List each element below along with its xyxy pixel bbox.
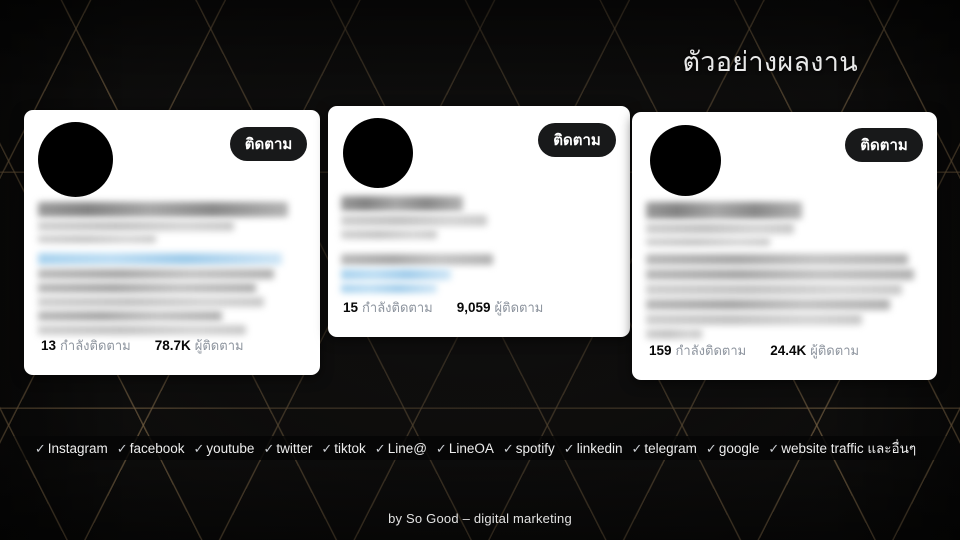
following-count: 13 (41, 338, 57, 353)
redacted-profile-name (38, 202, 300, 247)
platform-label: linkedin (576, 440, 623, 456)
followers-label: ผู้ติดตาม (194, 338, 244, 353)
slide-root: ตัวอย่างผลงาน ติดตาม 13 กำลังติดตาม 78.7… (0, 0, 960, 540)
follow-button[interactable]: ติดตาม (845, 128, 923, 162)
redacted-profile-bio (38, 253, 300, 339)
following-stat: 159 กำลังติดตาม (649, 340, 746, 361)
followers-label: ผู้ติดตาม (494, 300, 544, 315)
platform-list: ✓ Instagram ✓ facebook ✓ youtube ✓ twitter ✓ tikt… (0, 436, 960, 460)
follow-button[interactable]: ติดตาม (538, 123, 616, 157)
platform-item: ✓ tiktok (321, 441, 365, 456)
followers-label: ผู้ติดตาม (810, 343, 860, 358)
avatar (343, 118, 413, 188)
platform-label: google (718, 440, 760, 456)
following-label: กำลังติดตาม (675, 343, 747, 358)
profile-card: ติดตาม 13 กำลังติดตาม 78.7K ผู้ติดตาม (24, 110, 320, 375)
check-icon: ✓ (502, 440, 514, 456)
following-label: กำลังติดตาม (60, 338, 131, 353)
followers-count: 9,059 (456, 300, 491, 315)
check-icon: ✓ (116, 440, 128, 456)
platform-label: tiktok (334, 440, 366, 456)
platform-label: website traffic และอื่นๆ (781, 441, 917, 456)
followers-count: 24.4K (770, 343, 807, 358)
followers-count: 78.7K (154, 338, 191, 353)
profile-card: ติดตาม 15 กำลังติดตาม 9,059 ผู้ติดตาม (328, 106, 630, 337)
follow-button[interactable]: ติดตาม (230, 127, 307, 161)
followers-stat: 24.4K ผู้ติดตาม (770, 340, 859, 361)
following-stat: 15 กำลังติดตาม (343, 297, 433, 318)
platform-label: spotify (515, 440, 555, 456)
redacted-profile-name (646, 202, 846, 250)
platform-label: facebook (129, 440, 185, 456)
profile-stats: 15 กำลังติดตาม 9,059 ผู้ติดตาม (343, 297, 543, 318)
check-icon: ✓ (263, 440, 275, 456)
platform-label: Line@ (387, 440, 427, 456)
profile-card: ติดตาม 159 กำลังติดตาม 24.4K ผู้ติดตาม (632, 112, 937, 380)
following-label: กำลังติดตาม (362, 300, 433, 315)
platform-label: youtube (206, 440, 255, 456)
redacted-profile-name (341, 196, 541, 243)
platform-item: ✓ telegram (631, 441, 696, 456)
profile-stats: 13 กำลังติดตาม 78.7K ผู้ติดตาม (41, 335, 244, 356)
profile-stats: 159 กำลังติดตาม 24.4K ผู้ติดตาม (649, 340, 859, 361)
footer-credit: by So Good – digital marketing (388, 511, 572, 526)
platform-label: telegram (644, 440, 697, 456)
followers-stat: 9,059 ผู้ติดตาม (457, 297, 544, 318)
platform-label: twitter (276, 440, 313, 456)
check-icon: ✓ (563, 440, 575, 456)
platform-item: ✓ facebook (117, 441, 185, 456)
following-stat: 13 กำลังติดตาม (41, 335, 131, 356)
page-title: ตัวอย่างผลงาน (682, 47, 858, 77)
following-count: 159 (649, 343, 672, 358)
check-icon: ✓ (193, 440, 205, 456)
platform-label: LineOA (448, 440, 494, 456)
platform-item: ✓ spotify (503, 441, 555, 456)
followers-stat: 78.7K ผู้ติดตาม (155, 335, 244, 356)
platform-item: ✓ twitter (263, 441, 312, 456)
redacted-profile-bio (341, 254, 541, 297)
platform-item: ✓ Line@ (375, 441, 427, 456)
redacted-profile-bio (646, 254, 926, 343)
check-icon: ✓ (631, 440, 643, 456)
check-icon: ✓ (768, 440, 780, 456)
platform-item: ✓ Instagram (35, 441, 108, 456)
check-icon: ✓ (34, 440, 46, 456)
platform-item: ✓ linkedin (564, 441, 623, 456)
platform-item: ✓ LineOA (436, 441, 494, 456)
avatar (650, 125, 721, 196)
check-icon: ✓ (374, 440, 386, 456)
check-icon: ✓ (705, 440, 717, 456)
check-icon: ✓ (321, 440, 333, 456)
platform-item: ✓ google (706, 441, 759, 456)
platform-label: Instagram (47, 440, 108, 456)
platform-item: ✓ youtube (193, 441, 254, 456)
avatar (38, 122, 113, 197)
following-count: 15 (343, 300, 359, 315)
check-icon: ✓ (435, 440, 447, 456)
platform-item: ✓ website traffic และอื่นๆ (768, 437, 916, 459)
